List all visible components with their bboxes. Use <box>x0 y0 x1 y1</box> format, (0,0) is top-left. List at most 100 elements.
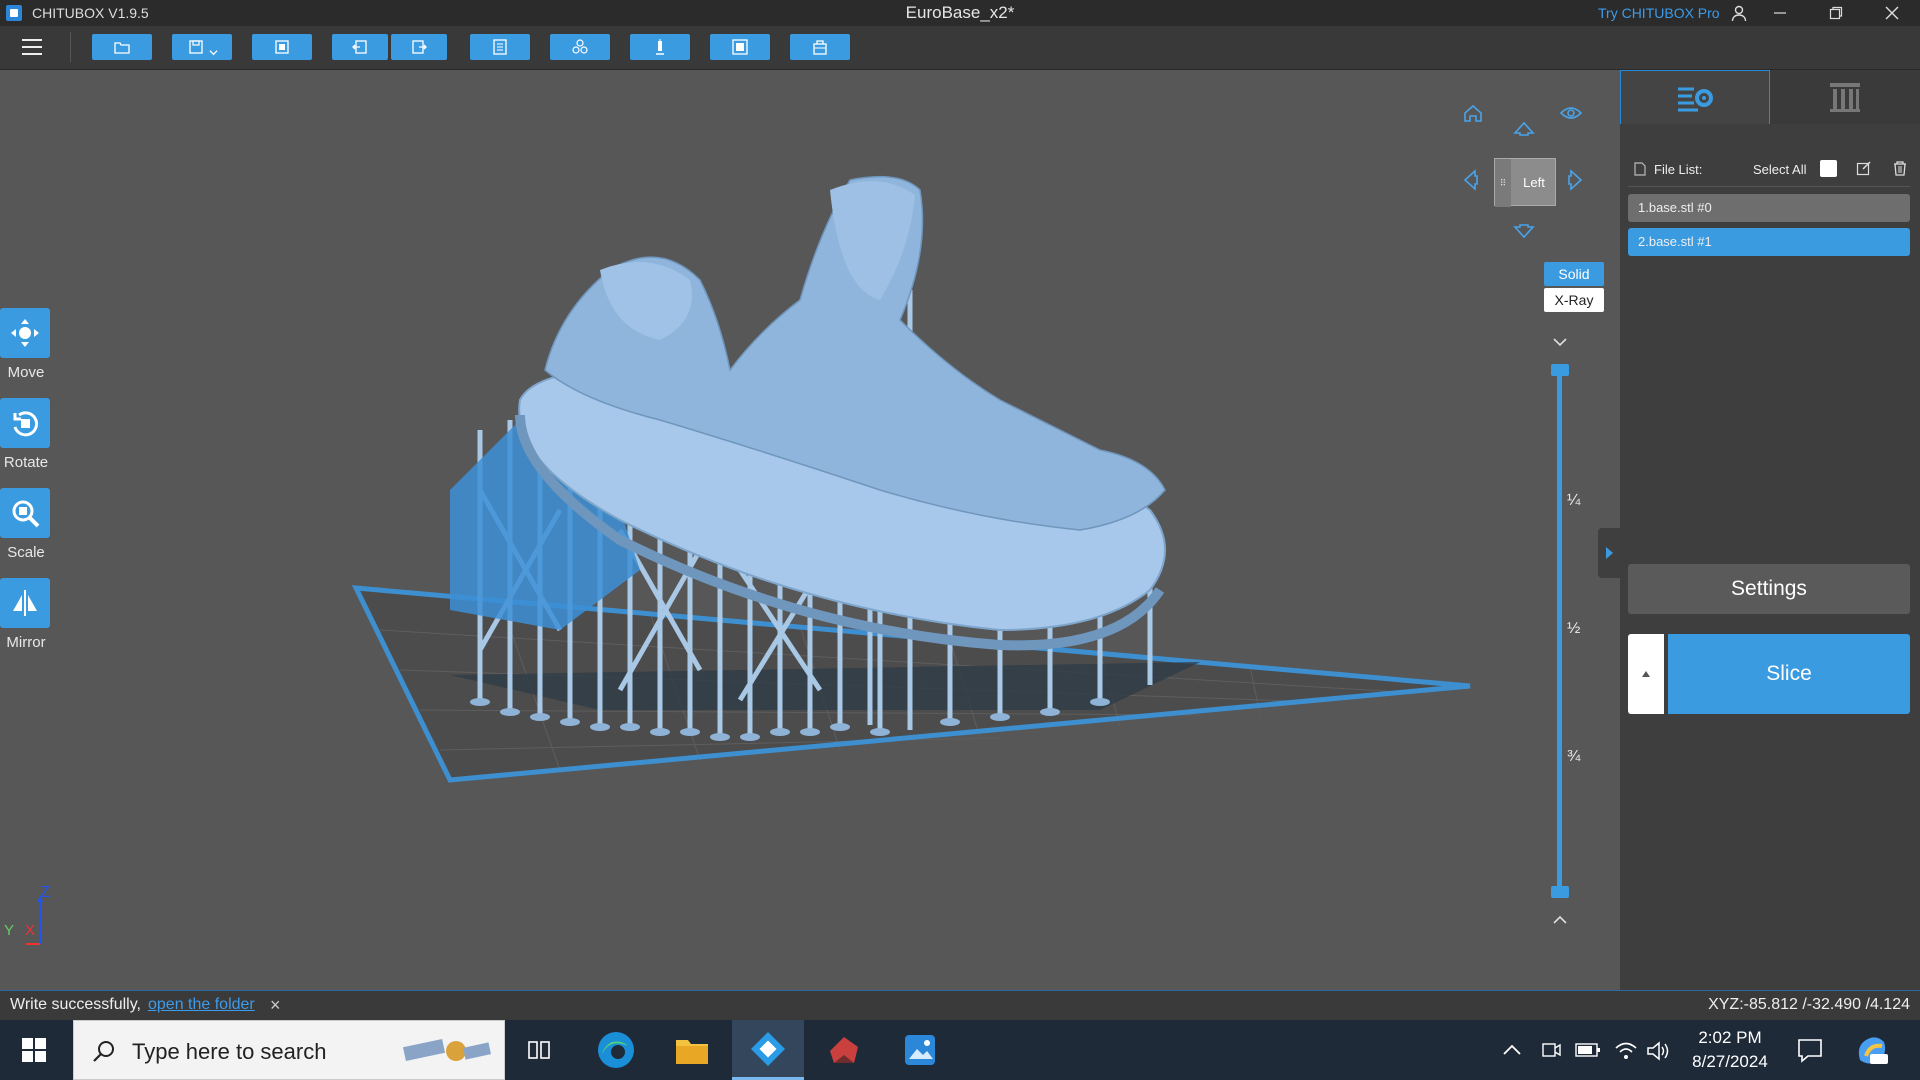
solid-mode-button[interactable]: Solid <box>1544 262 1604 286</box>
settings-list-icon <box>1678 87 1713 111</box>
notification-icon[interactable] <box>1796 1036 1824 1069</box>
3d-viewport[interactable]: Move Rotate Scale Mirror ⠿ Left Solid X-… <box>0 70 1620 990</box>
view-cube-side: ⠿ <box>1495 159 1511 207</box>
slicer-app-icon[interactable] <box>808 1020 880 1080</box>
status-close-icon[interactable]: × <box>270 995 281 1016</box>
user-icon[interactable] <box>1730 4 1748 22</box>
title-bar: CHITUBOX V1.9.5 EuroBase_x2* Try CHITUBO… <box>0 0 1920 26</box>
layer-slider-top-handle[interactable] <box>1551 364 1569 376</box>
dig-hole-button[interactable] <box>790 34 850 60</box>
file-list-divider <box>1628 186 1910 187</box>
volume-icon[interactable] <box>1646 1040 1670 1067</box>
rotate-label: Rotate <box>3 454 49 471</box>
redo-icon <box>412 40 427 54</box>
redo-button[interactable] <box>391 34 447 60</box>
select-all-checkbox[interactable] <box>1820 160 1837 177</box>
hollow-icon <box>732 39 748 55</box>
triangle-up-icon <box>1642 671 1650 677</box>
meet-now-icon[interactable] <box>1540 1040 1562 1065</box>
status-bar: Write successfully, open the folder × XY… <box>0 990 1920 1020</box>
search-highlight-satellite-icon <box>394 1029 494 1078</box>
windows-start-icon[interactable] <box>22 1038 46 1067</box>
chevron-down-icon <box>208 49 218 55</box>
hollow-button[interactable] <box>710 34 770 60</box>
view-cube-face-label: Left <box>1523 175 1545 190</box>
layout-icon <box>493 39 507 55</box>
file-explorer-icon[interactable] <box>656 1020 728 1080</box>
move-label: Move <box>7 364 45 381</box>
view-left-arrow-icon[interactable] <box>1462 168 1478 197</box>
tab-settings[interactable] <box>1620 70 1770 124</box>
open-model-button[interactable] <box>252 34 312 60</box>
save-icon <box>188 40 203 54</box>
support-icon <box>656 39 664 55</box>
rotate-icon[interactable] <box>0 398 50 448</box>
taskbar-search-box[interactable]: Type here to search <box>73 1020 505 1080</box>
mirror-icon[interactable] <box>0 578 50 628</box>
panel-toggle-button[interactable] <box>1598 528 1620 578</box>
search-icon <box>92 1039 116 1068</box>
axis-z-label: Z <box>40 884 50 901</box>
support-button[interactable] <box>630 34 690 60</box>
tab-supports[interactable] <box>1770 70 1920 124</box>
xyz-coordinates: XYZ:-85.812 /-32.490 /4.124 <box>1708 996 1910 1013</box>
view-cube[interactable]: ⠿ Left <box>1494 158 1556 207</box>
scale-label: Scale <box>7 544 45 561</box>
scale-icon[interactable] <box>0 488 50 538</box>
xray-mode-button[interactable]: X-Ray <box>1544 288 1604 312</box>
right-panel: File List: Select All 1.base.stl #0 2.ba… <box>1620 70 1920 990</box>
open-folder-link[interactable]: open the folder <box>148 996 255 1014</box>
edit-icon[interactable] <box>1856 160 1872 181</box>
supports-pillar-icon <box>1830 83 1860 112</box>
mirror-label: Mirror <box>6 634 46 651</box>
status-message: Write successfully, <box>10 996 141 1013</box>
panel-tabs <box>1620 70 1920 124</box>
select-all-label: Select All <box>1753 162 1807 177</box>
undo-icon <box>352 40 367 54</box>
home-view-icon[interactable] <box>1462 102 1484 129</box>
eye-icon[interactable] <box>1559 104 1583 127</box>
trash-icon[interactable] <box>1892 160 1908 181</box>
layout-button[interactable] <box>470 34 530 60</box>
battery-icon[interactable] <box>1575 1042 1601 1063</box>
task-view-icon[interactable] <box>504 1020 576 1080</box>
undo-button[interactable] <box>332 34 388 60</box>
open-file-button[interactable] <box>92 34 152 60</box>
slider-collapse-chevron-icon[interactable] <box>1552 334 1568 352</box>
close-button[interactable] <box>1864 0 1920 26</box>
view-up-arrow-icon[interactable] <box>1512 120 1536 141</box>
view-down-arrow-icon[interactable] <box>1512 224 1536 245</box>
layer-slider-bottom-handle[interactable] <box>1551 886 1569 898</box>
copy-icon <box>572 39 588 54</box>
wifi-icon[interactable] <box>1614 1040 1638 1067</box>
hamburger-menu-icon[interactable] <box>20 36 46 58</box>
toolbar-divider <box>70 32 71 62</box>
view-right-arrow-icon[interactable] <box>1568 168 1584 197</box>
slice-button[interactable]: Slice <box>1668 634 1910 714</box>
layer-slider-track[interactable] <box>1557 370 1562 892</box>
taskbar-date[interactable]: 8/27/2024 <box>1680 1052 1780 1072</box>
file-list-icon <box>1634 162 1646 181</box>
photos-app-icon[interactable] <box>884 1020 956 1080</box>
slider-mark-half: ½ <box>1567 620 1581 637</box>
show-hidden-icons-chevron-icon[interactable] <box>1502 1042 1522 1061</box>
copilot-icon[interactable] <box>1854 1032 1890 1073</box>
scene-render <box>351 175 1471 783</box>
edge-browser-icon[interactable] <box>580 1020 652 1080</box>
save-button[interactable] <box>172 34 232 60</box>
restore-button[interactable] <box>1808 0 1864 26</box>
move-icon[interactable] <box>0 308 50 358</box>
axis-x-label: X <box>25 922 36 939</box>
file-item-1[interactable]: 2.base.stl #1 <box>1628 228 1910 256</box>
chitubox-taskbar-icon[interactable] <box>732 1020 804 1080</box>
try-pro-link[interactable]: Try CHITUBOX Pro <box>1598 5 1720 21</box>
taskbar-time[interactable]: 2:02 PM <box>1680 1028 1780 1048</box>
copy-button[interactable] <box>550 34 610 60</box>
settings-button[interactable]: Settings <box>1628 564 1910 614</box>
slider-expand-chevron-icon[interactable] <box>1552 912 1568 930</box>
slice-options-button[interactable] <box>1628 634 1664 714</box>
file-item-0[interactable]: 1.base.stl #0 <box>1628 194 1910 222</box>
taskbar: Type here to search 2:02 PM 8/27/2024 <box>0 1020 1920 1080</box>
toolbar <box>0 26 1920 70</box>
minimize-button[interactable] <box>1752 0 1808 26</box>
